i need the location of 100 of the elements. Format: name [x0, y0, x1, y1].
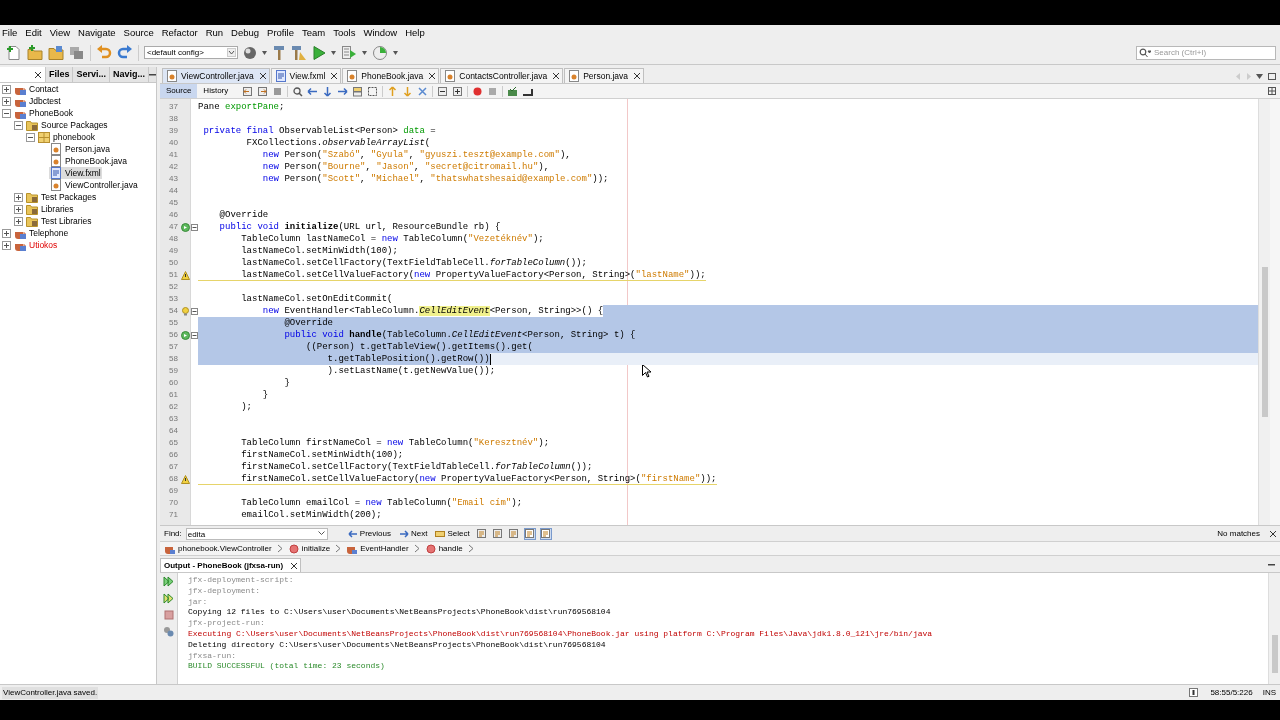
- hammer-broom-icon[interactable]: [291, 44, 307, 61]
- panel-tab[interactable]: Navig...: [110, 67, 149, 82]
- breadcrumb-item[interactable]: handle: [424, 542, 463, 555]
- view-tab[interactable]: History: [197, 84, 235, 98]
- tree-item[interactable]: Test Libraries: [25, 214, 93, 228]
- menu-item[interactable]: Help: [405, 25, 425, 41]
- tree-item[interactable]: View.fxml: [49, 166, 102, 180]
- tree-item[interactable]: Telephone: [13, 226, 70, 240]
- warning-icon[interactable]: [181, 474, 190, 484]
- menu-item[interactable]: View: [49, 25, 71, 41]
- find-button[interactable]: Select: [433, 527, 472, 540]
- search-icon[interactable]: [1139, 47, 1151, 58]
- whole-words-icon[interactable]: [493, 529, 503, 538]
- tree-item[interactable]: PhoneBook.java: [49, 154, 128, 168]
- breadcrumb-item[interactable]: initialize: [287, 542, 331, 555]
- scrollbar[interactable]: [1258, 99, 1270, 525]
- caret-icon[interactable]: [331, 50, 336, 55]
- caret-icon[interactable]: [262, 50, 267, 55]
- chevron-right-icon[interactable]: [276, 544, 283, 553]
- menu-item[interactable]: Team: [302, 25, 326, 41]
- editor-tab[interactable]: PhoneBook.java: [342, 68, 440, 83]
- arrow-down-icon[interactable]: [322, 85, 334, 97]
- scrollbar[interactable]: [1268, 573, 1280, 684]
- close-icon[interactable]: [291, 562, 298, 569]
- forward-page-icon[interactable]: [257, 85, 269, 97]
- close-icon[interactable]: [429, 73, 436, 79]
- close-icon[interactable]: [259, 73, 266, 79]
- minimize-icon[interactable]: [1268, 564, 1275, 566]
- hammer-icon[interactable]: [272, 44, 286, 61]
- editor-tab[interactable]: ContactsController.java: [440, 68, 564, 83]
- tree-item[interactable]: ViewController.java: [49, 178, 139, 192]
- chevron-right-icon[interactable]: [467, 544, 474, 553]
- double-arrow-icon[interactable]: [163, 593, 174, 604]
- collapse-icon[interactable]: [191, 223, 198, 231]
- stop-icon[interactable]: [163, 610, 174, 620]
- caret-icon[interactable]: [362, 50, 367, 55]
- shift-left-icon[interactable]: [437, 85, 449, 97]
- chevron-right-icon[interactable]: [335, 544, 342, 553]
- expand-icon[interactable]: [14, 204, 23, 214]
- output-tab[interactable]: Output - PhoneBook (jfxsa-run): [160, 558, 302, 572]
- minimize-icon[interactable]: [149, 73, 156, 76]
- editor-tab[interactable]: ViewController.java: [162, 68, 270, 83]
- find-button[interactable]: Next: [396, 527, 430, 540]
- tree-item[interactable]: Contact: [13, 82, 60, 96]
- double-arrow-icon[interactable]: [163, 576, 174, 587]
- magnifier-icon[interactable]: [292, 85, 304, 97]
- tree-item[interactable]: Libraries: [25, 202, 75, 216]
- find-field[interactable]: edita: [185, 528, 328, 540]
- panel-tab[interactable]: Servi...: [73, 67, 110, 82]
- breadcrumb-item[interactable]: EventHandler: [346, 542, 409, 555]
- tree-item[interactable]: phonebook: [37, 130, 97, 144]
- dropdown-icon[interactable]: [1256, 74, 1263, 79]
- close-icon[interactable]: [553, 73, 560, 79]
- square-icon[interactable]: [272, 85, 284, 97]
- run-icon[interactable]: [312, 44, 326, 61]
- expand-icon[interactable]: [2, 84, 11, 94]
- expand-icon[interactable]: [2, 96, 11, 106]
- collapse-icon[interactable]: [14, 120, 23, 130]
- breadcrumb-item[interactable]: phonebook.ViewController: [164, 542, 272, 555]
- menu-item[interactable]: File: [2, 25, 18, 41]
- search-field[interactable]: Search (Ctrl+I): [1136, 45, 1276, 60]
- split-icon[interactable]: [1268, 87, 1276, 95]
- close-icon[interactable]: [331, 73, 338, 79]
- sphere-icon[interactable]: [243, 45, 257, 60]
- select-rectangle-icon[interactable]: [367, 85, 379, 97]
- menu-item[interactable]: Navigate: [78, 25, 116, 41]
- new-project-icon[interactable]: [27, 44, 43, 61]
- expand-icon[interactable]: [2, 228, 11, 238]
- menu-item[interactable]: Run: [205, 25, 224, 41]
- collapse-icon[interactable]: [26, 132, 35, 142]
- menu-item[interactable]: Profile: [267, 25, 294, 41]
- tree-item[interactable]: Person.java: [49, 142, 111, 156]
- collapse-icon[interactable]: [191, 331, 198, 339]
- chevron-down-icon[interactable]: [317, 530, 325, 536]
- menu-item[interactable]: Edit: [25, 25, 42, 41]
- match-case-icon[interactable]: [477, 529, 487, 538]
- chevron-right-icon[interactable]: [413, 544, 420, 553]
- new-file-icon[interactable]: [6, 44, 22, 61]
- view-tab[interactable]: Source: [160, 84, 198, 98]
- warning-icon[interactable]: [181, 270, 190, 280]
- menu-item[interactable]: Window: [363, 25, 398, 41]
- menu-item[interactable]: Source: [123, 25, 154, 41]
- regex-icon[interactable]: [509, 529, 519, 538]
- tree-item[interactable]: Jdbctest: [13, 94, 62, 108]
- close-icon[interactable]: [634, 73, 641, 79]
- arrow-right-icon[interactable]: [337, 85, 349, 97]
- arrow-left-icon[interactable]: [307, 85, 319, 97]
- tree-item[interactable]: Test Packages: [25, 190, 98, 204]
- expand-icon[interactable]: [14, 216, 23, 226]
- notification-icon[interactable]: [1189, 688, 1199, 697]
- gear-icon[interactable]: [163, 626, 174, 637]
- expand-icon[interactable]: [2, 240, 11, 250]
- menu-item[interactable]: Tools: [333, 25, 356, 41]
- gauge-icon[interactable]: [372, 44, 388, 61]
- config-dropdown[interactable]: <default config>: [144, 46, 238, 59]
- debug-icon[interactable]: [341, 44, 357, 61]
- editor-tab[interactable]: View.fxml: [270, 68, 342, 83]
- maximize-icon[interactable]: [1268, 73, 1276, 80]
- tree-item[interactable]: Utiokos: [13, 238, 59, 252]
- record-icon[interactable]: [472, 85, 484, 97]
